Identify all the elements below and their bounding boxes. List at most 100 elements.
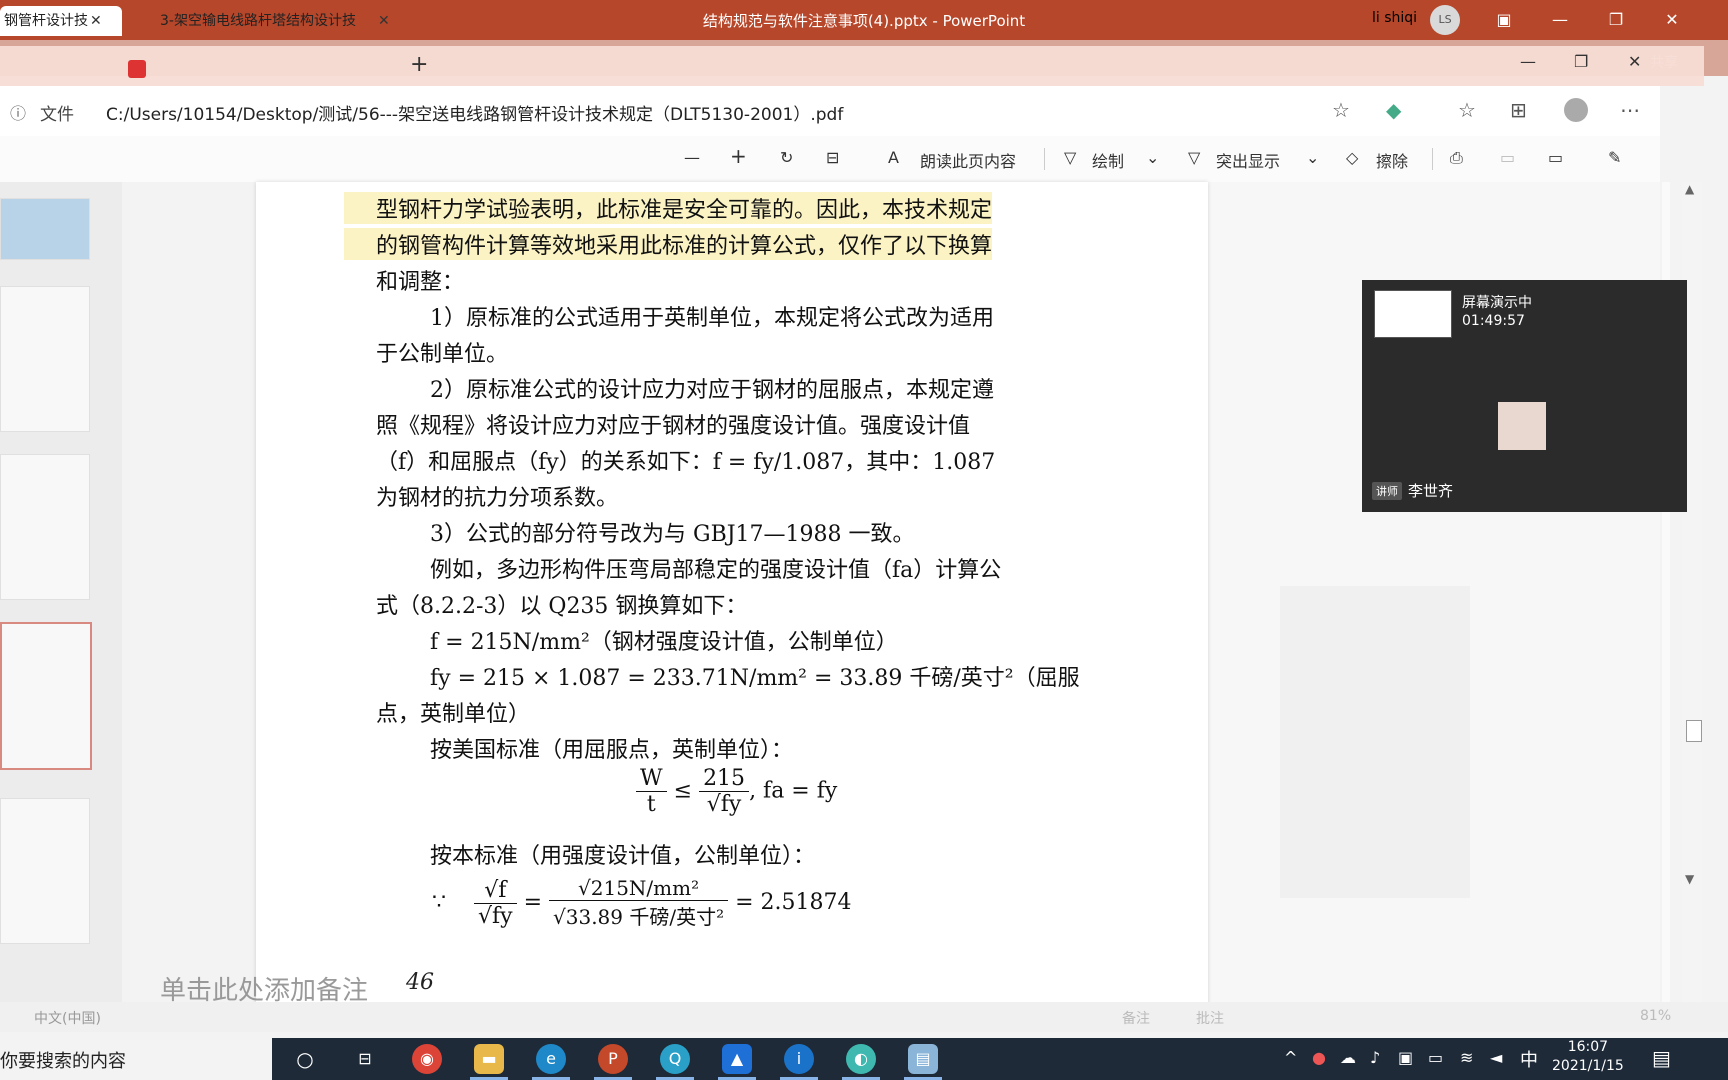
page-number: 46 — [406, 970, 434, 995]
tray-app-icon[interactable]: ● — [1312, 1048, 1326, 1067]
slide-thumbnail[interactable] — [0, 198, 90, 260]
battery-icon[interactable]: ▭ — [1428, 1048, 1443, 1067]
photos-icon[interactable]: ▲ — [722, 1044, 752, 1074]
slide-thumbnail[interactable] — [0, 798, 90, 944]
scroll-up-icon[interactable]: ▲ — [1685, 182, 1694, 196]
notes-button[interactable]: 备注 — [1122, 1008, 1150, 1028]
formula-denominator: t — [646, 792, 656, 817]
chevron-down-icon[interactable]: ⌄ — [1146, 148, 1159, 167]
highlight-icon[interactable]: ▽ — [1188, 148, 1200, 167]
tab-pdf-active[interactable]: 钢管杆设计技 ✕ — [0, 6, 122, 36]
read-aloud-button[interactable]: 朗读此页内容 — [920, 148, 1016, 172]
formula-denominator: √fy — [477, 903, 513, 929]
edge-restore-icon[interactable]: ❐ — [1574, 52, 1588, 71]
pdf-line-13: f = 215N/mm²（钢材强度设计值，公制单位） — [430, 630, 898, 655]
edge-minimize-icon[interactable]: — — [1520, 52, 1536, 71]
search-placeholder: 你要搜索的内容 — [0, 1051, 126, 1072]
notification-icon[interactable]: ▤ — [1652, 1046, 1671, 1070]
url-field[interactable]: C:/Users/10154/Desktop/测试/56---架空送电线路钢管杆… — [106, 100, 843, 125]
scroll-thumb[interactable] — [1686, 720, 1702, 742]
info-icon[interactable]: ⓘ — [10, 100, 26, 124]
pdf-line-5: 于公制单位。 — [376, 342, 509, 367]
draw-button[interactable]: 绘制 — [1092, 148, 1124, 172]
rotate-icon[interactable]: ↻ — [780, 148, 793, 167]
edge-close-icon[interactable]: ✕ — [1628, 52, 1641, 71]
formula-numerator: W — [636, 766, 667, 792]
slide-thumbnail-selected[interactable] — [0, 622, 92, 770]
pdf-line-8: （f）和屈服点（fy）的关系如下：f = fy/1.087，其中：1.087 — [376, 450, 996, 475]
pdf-line-2: 的钢管构件计算等效地采用此标准的计算公式，仅作了以下换算 — [344, 228, 993, 260]
zoom-out-icon[interactable]: — — [684, 148, 700, 167]
edge-icon[interactable]: e — [536, 1044, 566, 1074]
pdf-line-11: 例如，多边形构件压弯局部稳定的强度设计值（fa）计算公 — [430, 558, 1002, 583]
volume-icon[interactable]: ◄ — [1490, 1048, 1502, 1067]
slide-thumbnail[interactable] — [0, 286, 90, 432]
highlight-button[interactable]: 突出显示 — [1216, 148, 1280, 172]
pdf-line-10: 3）公式的部分符号改为与 GBJ17—1988 一致。 — [430, 522, 915, 547]
tab-pdf-second[interactable]: 3-架空输电线路杆塔结构设计技 ✕ — [160, 6, 406, 36]
restore-icon[interactable]: ❐ — [1604, 8, 1628, 32]
scroll-down-icon[interactable]: ▼ — [1685, 872, 1694, 886]
screen-share-thumbnail — [1374, 290, 1452, 338]
zoom-in-icon[interactable]: + — [730, 144, 747, 168]
because-symbol: ∵ — [432, 890, 446, 915]
pdf-line-14: fy = 215 × 1.087 = 233.71N/mm² = 33.89 千… — [430, 666, 1080, 691]
favorite-star-icon[interactable]: ☆ — [1332, 98, 1350, 122]
ppt-status-bar — [0, 1002, 1728, 1032]
tray-app-icon[interactable]: ▣ — [1398, 1048, 1413, 1067]
meeting-app-icon[interactable]: ◐ — [846, 1044, 876, 1074]
chrome-icon[interactable]: ◉ — [412, 1044, 442, 1074]
collections-icon[interactable]: ⊞ — [1510, 98, 1527, 122]
tray-expand-icon[interactable]: ^ — [1284, 1048, 1297, 1067]
slide-thumbnail[interactable] — [0, 454, 90, 600]
formula-tail: , fa = fy — [749, 778, 838, 804]
save-icon[interactable]: ▭ — [1500, 148, 1515, 167]
close-icon[interactable]: ✕ — [1660, 8, 1684, 32]
search-app-icon[interactable]: Q — [660, 1044, 690, 1074]
tab-close-icon[interactable]: ✕ — [378, 6, 390, 36]
erase-button[interactable]: 擦除 — [1376, 148, 1408, 172]
share-timer: 01:49:57 — [1462, 313, 1525, 329]
onedrive-icon[interactable]: ☁ — [1340, 1048, 1356, 1067]
tab-label: 钢管杆设计技 — [4, 13, 88, 29]
minimize-icon[interactable]: — — [1548, 8, 1572, 32]
ime-indicator[interactable]: 中 — [1520, 1046, 1538, 1072]
notepad-icon[interactable]: ▤ — [908, 1044, 938, 1074]
pdf-line-3: 和调整： — [376, 270, 465, 295]
toolbar-divider — [1044, 148, 1045, 170]
pdf-line-17: 按本标准（用强度设计值，公制单位）： — [430, 844, 816, 869]
task-view-icon[interactable]: ⊟ — [350, 1044, 380, 1074]
zoom-level[interactable]: 81% — [1640, 1008, 1671, 1024]
file-explorer-icon[interactable]: ▬ — [474, 1044, 504, 1074]
more-menu-icon[interactable]: ⋯ — [1620, 98, 1640, 122]
print-icon[interactable]: ⎙ — [1450, 148, 1463, 168]
comments-button[interactable]: 批注 — [1196, 1008, 1224, 1028]
microphone-icon[interactable]: ♪ — [1370, 1048, 1380, 1067]
fit-page-icon[interactable]: ⊟ — [826, 148, 839, 167]
new-tab-icon[interactable]: + — [410, 52, 428, 77]
meeting-overlay[interactable]: 屏幕演示中 01:49:57 讲师 李世齐 — [1362, 280, 1687, 512]
powerpoint-icon[interactable]: P — [598, 1044, 628, 1074]
eraser-icon[interactable]: ◇ — [1346, 148, 1358, 167]
user-avatar[interactable]: LS — [1430, 5, 1460, 35]
read-aloud-icon[interactable]: A — [888, 148, 899, 167]
pdf-line-9: 为钢材的抗力分项系数。 — [376, 486, 619, 511]
extension-icon[interactable]: ◆ — [1386, 98, 1401, 122]
formula-us-standard: Wt ≤ 215 √fy , fa = fy — [636, 766, 837, 817]
tab-close-icon[interactable]: ✕ — [90, 6, 102, 36]
ribbon-display-icon[interactable]: ▣ — [1492, 8, 1516, 32]
pin-icon[interactable]: ✎ — [1608, 148, 1621, 167]
save-as-icon[interactable]: ▭ — [1548, 148, 1563, 167]
system-clock[interactable]: 16:07 2021/1/15 — [1552, 1038, 1624, 1076]
pdf-line-1: 型钢杆力学试验表明，此标准是安全可靠的。因此，本技术规定 — [344, 192, 993, 224]
chevron-down-icon[interactable]: ⌄ — [1306, 148, 1319, 167]
wifi-icon[interactable]: ≋ — [1460, 1048, 1473, 1067]
app-icon[interactable]: i — [784, 1044, 814, 1074]
favorites-icon[interactable]: ☆ — [1458, 98, 1476, 122]
profile-avatar[interactable] — [1564, 98, 1588, 122]
draw-icon[interactable]: ▽ — [1064, 148, 1076, 167]
cortana-icon[interactable]: ○ — [290, 1044, 320, 1074]
formula-result: = 2.51874 — [735, 890, 852, 915]
pdf-line-6: 2）原标准公式的设计应力对应于钢材的屈服点，本规定遵 — [430, 378, 994, 403]
user-name[interactable]: li shiqi — [1372, 10, 1417, 26]
